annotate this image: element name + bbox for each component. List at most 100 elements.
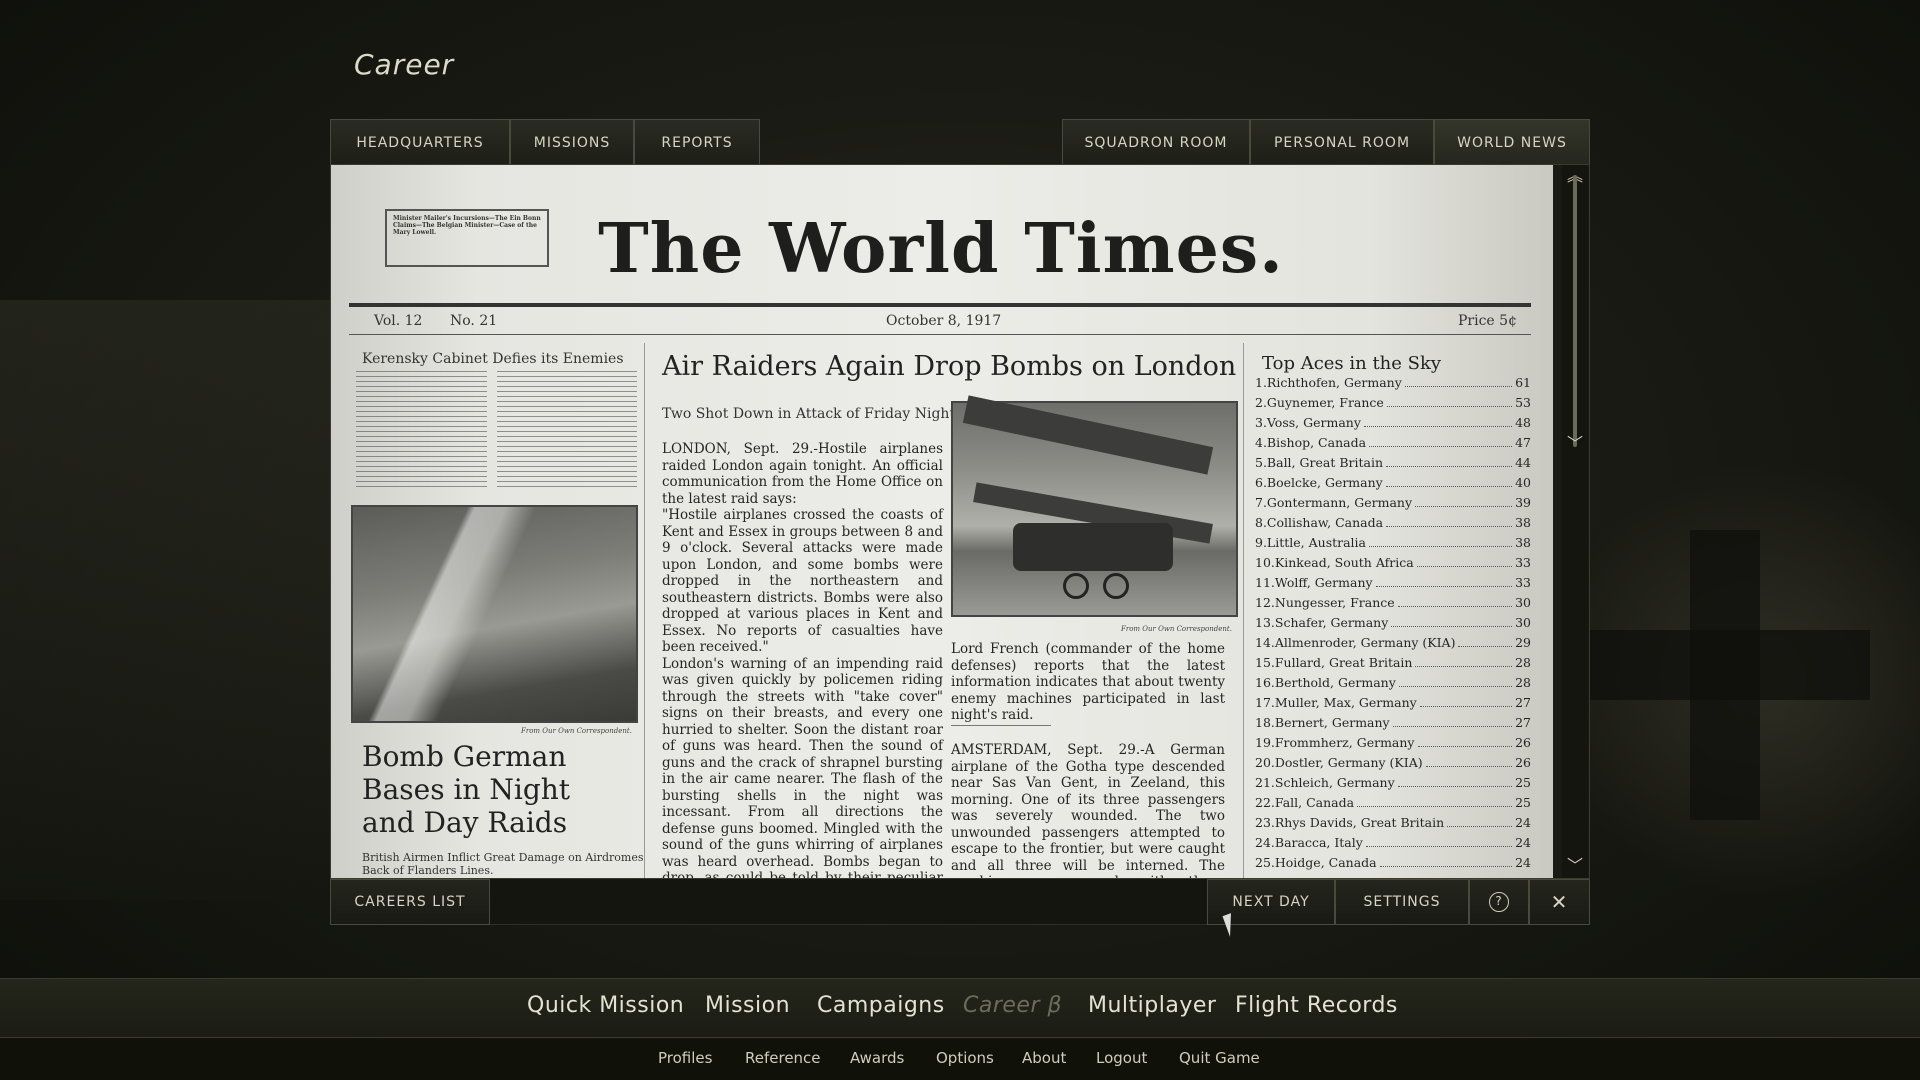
submenu-logout[interactable]: Logout bbox=[1096, 1049, 1147, 1067]
ace-name: 15.Fullard, Great Britain bbox=[1255, 655, 1412, 670]
ace-leader-dots bbox=[1386, 486, 1512, 487]
menu-flight-records[interactable]: Flight Records bbox=[1235, 993, 1398, 1018]
issue-date: October 8, 1917 bbox=[886, 313, 1001, 329]
submenu-profiles[interactable]: Profiles bbox=[658, 1049, 712, 1067]
ace-row: 18.Bernert, Germany 27 bbox=[1255, 715, 1531, 735]
ace-score: 40 bbox=[1515, 475, 1531, 490]
menu-mission[interactable]: Mission bbox=[705, 993, 790, 1018]
volume-label: Vol. 12 bbox=[374, 313, 422, 329]
menu-quick-mission[interactable]: Quick Mission bbox=[527, 993, 684, 1018]
ace-leader-dots bbox=[1357, 806, 1512, 807]
ace-name: 10.Kinkead, South Africa bbox=[1255, 555, 1414, 570]
ace-score: 33 bbox=[1515, 575, 1531, 590]
ace-score: 53 bbox=[1515, 395, 1531, 410]
left-headline: Bomb German Bases in Night and Day Raids bbox=[362, 740, 592, 839]
close-icon: ✕ bbox=[1551, 890, 1569, 914]
ace-row: 24.Baracca, Italy24 bbox=[1255, 835, 1531, 855]
ace-leader-dots bbox=[1415, 666, 1512, 667]
ace-leader-dots bbox=[1418, 746, 1513, 747]
submenu-quit-game[interactable]: Quit Game bbox=[1179, 1049, 1260, 1067]
ace-score: 26 bbox=[1515, 735, 1531, 750]
submenu-reference[interactable]: Reference bbox=[745, 1049, 821, 1067]
scroll-thumb-end-icon: ﹀ bbox=[1566, 435, 1584, 453]
masthead-ear-text: Minister Mailer's Incursions—The Ein Bon… bbox=[393, 215, 541, 236]
newspaper-scrollbar[interactable]: ︽ ﹀ ﹀ bbox=[1562, 165, 1588, 878]
ace-name: 17.Muller, Max, Germany bbox=[1255, 695, 1417, 710]
menu-career[interactable]: Career β bbox=[963, 993, 1062, 1018]
ace-row: 23.Rhys Davids, Great Britain 24 bbox=[1255, 815, 1531, 835]
ace-row: 14.Allmenroder, Germany (KIA)29 bbox=[1255, 635, 1531, 655]
settings-button[interactable]: SETTINGS bbox=[1335, 879, 1469, 925]
ace-name: 21.Schleich, Germany bbox=[1255, 775, 1395, 790]
ace-score: 25 bbox=[1515, 775, 1531, 790]
ace-score: 27 bbox=[1515, 695, 1531, 710]
ace-row: 20.Dostler, Germany (KIA)26 bbox=[1255, 755, 1531, 775]
ace-name: 23.Rhys Davids, Great Britain bbox=[1255, 815, 1444, 830]
help-button[interactable]: ? bbox=[1469, 879, 1529, 925]
main-deck: Two Shot Down in Attack of Friday Night bbox=[662, 406, 955, 422]
center-photo-aircraft bbox=[951, 401, 1238, 617]
ace-score: 27 bbox=[1515, 715, 1531, 730]
ace-name: 18.Bernert, Germany bbox=[1255, 715, 1390, 730]
scroll-thumb[interactable] bbox=[1573, 175, 1577, 447]
ace-row: 6.Boelcke, Germany 40 bbox=[1255, 475, 1531, 495]
ace-score: 24 bbox=[1515, 815, 1531, 830]
ace-leader-dots bbox=[1391, 626, 1512, 627]
ace-leader-dots bbox=[1386, 466, 1512, 467]
ace-score: 30 bbox=[1515, 615, 1531, 630]
ace-leader-dots bbox=[1399, 686, 1512, 687]
masthead: The World Times. bbox=[591, 209, 1291, 289]
tab-headquarters[interactable]: HEADQUARTERS bbox=[330, 119, 510, 165]
main-headline: Air Raiders Again Drop Bombs on London bbox=[662, 351, 1236, 382]
careers-list-button[interactable]: CAREERS LIST bbox=[330, 879, 490, 925]
tab-world-news[interactable]: WORLD NEWS bbox=[1434, 119, 1590, 165]
aces-title: Top Aces in the Sky bbox=[1262, 353, 1441, 374]
submenu-awards[interactable]: Awards bbox=[850, 1049, 904, 1067]
ace-row: 7.Gontermann, Germany39 bbox=[1255, 495, 1531, 515]
ace-leader-dots bbox=[1380, 866, 1512, 867]
masthead-rule bbox=[349, 303, 1531, 307]
tab-missions[interactable]: MISSIONS bbox=[510, 119, 634, 165]
info-rule bbox=[349, 334, 1531, 335]
ace-score: 48 bbox=[1515, 415, 1531, 430]
ace-name: 16.Berthold, Germany bbox=[1255, 675, 1396, 690]
issue-price: Price 5¢ bbox=[1458, 313, 1517, 329]
ace-leader-dots bbox=[1405, 386, 1512, 387]
ace-leader-dots bbox=[1393, 726, 1512, 727]
right-paragraph-1: Lord French (commander of the home defen… bbox=[951, 641, 1225, 724]
ace-row: 16.Berthold, Germany28 bbox=[1255, 675, 1531, 695]
ace-row: 15.Fullard, Great Britain28 bbox=[1255, 655, 1531, 675]
ace-score: 25 bbox=[1515, 795, 1531, 810]
ace-row: 10.Kinkead, South Africa33 bbox=[1255, 555, 1531, 575]
ace-row: 1.Richthofen, Germany61 bbox=[1255, 375, 1531, 395]
ace-name: 9.Little, Australia bbox=[1255, 535, 1366, 550]
left-subhead: British Airmen Inflict Great Damage on A… bbox=[362, 851, 652, 877]
ace-score: 30 bbox=[1515, 595, 1531, 610]
ace-name: 13.Schafer, Germany bbox=[1255, 615, 1388, 630]
background-aircraft-left bbox=[0, 300, 340, 900]
ace-score: 39 bbox=[1515, 495, 1531, 510]
ace-score: 44 bbox=[1515, 455, 1531, 470]
close-button[interactable]: ✕ bbox=[1529, 879, 1590, 925]
ace-leader-dots bbox=[1376, 586, 1512, 587]
tab-reports[interactable]: REPORTS bbox=[634, 119, 760, 165]
career-tabbar: HEADQUARTERS MISSIONS REPORTS SQUADRON R… bbox=[330, 119, 1590, 165]
scroll-down-icon[interactable]: ﹀ bbox=[1566, 857, 1584, 875]
ace-row: 25.Hoidge, Canada24 bbox=[1255, 855, 1531, 875]
ace-leader-dots bbox=[1426, 766, 1512, 767]
ace-row: 11.Wolff, Germany33 bbox=[1255, 575, 1531, 595]
tab-squadron-room[interactable]: SQUADRON ROOM bbox=[1062, 119, 1250, 165]
submenu-about[interactable]: About bbox=[1022, 1049, 1066, 1067]
menu-campaigns[interactable]: Campaigns bbox=[817, 993, 945, 1018]
ace-leader-dots bbox=[1415, 506, 1512, 507]
ace-name: 6.Boelcke, Germany bbox=[1255, 475, 1383, 490]
left-story-text-col1 bbox=[356, 371, 487, 489]
ace-row: 8.Collishaw, Canada38 bbox=[1255, 515, 1531, 535]
ace-name: 25.Hoidge, Canada bbox=[1255, 855, 1377, 870]
newspaper: Minister Mailer's Incursions—The Ein Bon… bbox=[331, 165, 1553, 878]
tab-personal-room[interactable]: PERSONAL ROOM bbox=[1250, 119, 1434, 165]
ace-name: 20.Dostler, Germany (KIA) bbox=[1255, 755, 1423, 770]
menu-multiplayer[interactable]: Multiplayer bbox=[1088, 993, 1216, 1018]
ace-name: 19.Frommherz, Germany bbox=[1255, 735, 1415, 750]
submenu-options[interactable]: Options bbox=[936, 1049, 994, 1067]
